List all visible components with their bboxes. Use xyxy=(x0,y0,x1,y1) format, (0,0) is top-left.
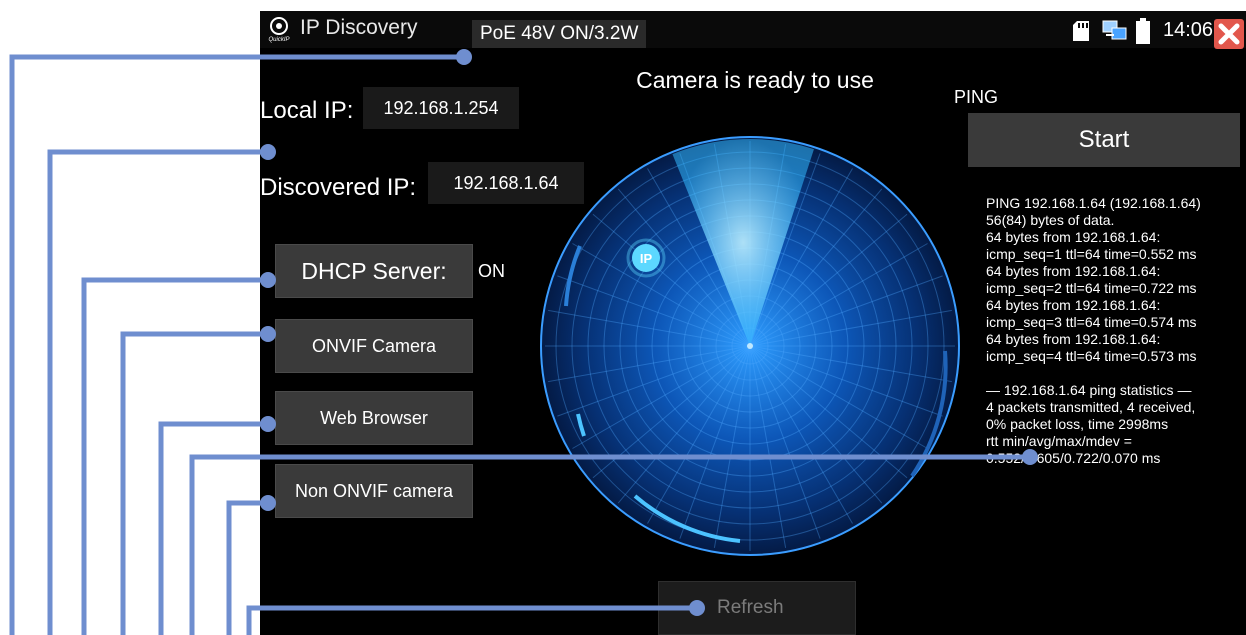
status-bar: QuickIP IP Discovery PoE 48V ON/3.2W 14:… xyxy=(260,11,1246,49)
refresh-button[interactable]: Refresh xyxy=(658,581,856,635)
sd-card-icon xyxy=(1073,21,1089,41)
dhcp-server-button[interactable]: DHCP Server: xyxy=(275,244,473,298)
local-ip-label: Local IP: xyxy=(260,97,354,124)
ping-start-button[interactable]: Start xyxy=(968,113,1240,167)
camera-status-message: Camera is ready to use xyxy=(636,67,874,93)
ping-output: PING 192.168.1.64 (192.168.1.64) 56(84) … xyxy=(986,195,1201,466)
poe-status-badge: PoE 48V ON/3.2W xyxy=(472,20,647,48)
refresh-label: Refresh xyxy=(717,597,784,618)
web-browser-button[interactable]: Web Browser xyxy=(275,391,473,445)
callout-line-web xyxy=(158,421,268,635)
onvif-camera-button[interactable]: ONVIF Camera xyxy=(275,319,473,373)
callout-line-dhcp xyxy=(81,277,268,635)
clock: 14:06 xyxy=(1163,19,1214,41)
ip-marker-label: IP xyxy=(640,251,653,266)
quickip-logo-icon: QuickIP xyxy=(268,17,290,43)
network-icon xyxy=(1102,20,1127,40)
ip-marker: IP xyxy=(626,238,666,278)
logo-caption: QuickIP xyxy=(268,37,289,43)
radar-center xyxy=(747,343,753,349)
callout-line-local-ip xyxy=(47,149,268,635)
close-button[interactable] xyxy=(1214,19,1244,49)
app-title: IP Discovery xyxy=(300,16,418,39)
ping-label: PING xyxy=(954,87,999,107)
device-screen: QuickIP IP Discovery PoE 48V ON/3.2W 14:… xyxy=(260,11,1246,635)
radar-display: IP xyxy=(540,136,960,556)
close-icon xyxy=(1218,23,1240,45)
local-ip-value: 192.168.1.254 xyxy=(363,87,519,129)
dhcp-server-state: ON xyxy=(478,261,505,281)
battery-icon xyxy=(1136,18,1150,44)
discovered-ip-label: Discovered IP: xyxy=(260,174,417,201)
non-onvif-camera-button[interactable]: Non ONVIF camera xyxy=(275,464,473,518)
callout-line-onvif xyxy=(120,331,268,635)
